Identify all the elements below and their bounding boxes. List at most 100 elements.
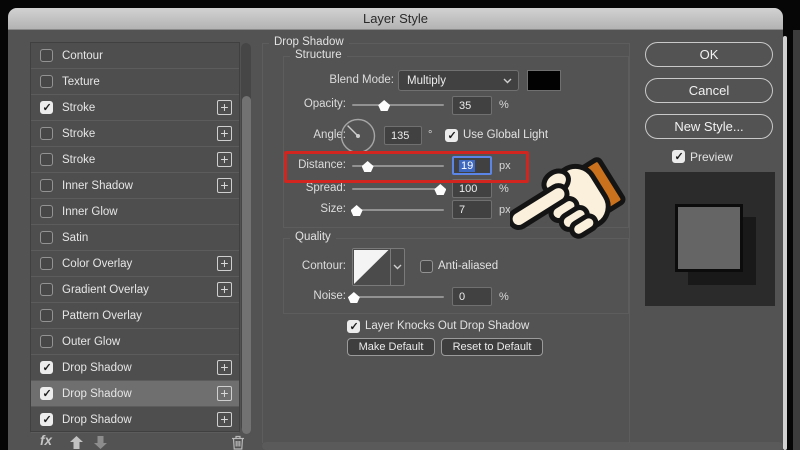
add-instance-icon[interactable]	[217, 178, 232, 193]
size-slider[interactable]	[352, 203, 444, 217]
add-instance-icon[interactable]	[217, 152, 232, 167]
chevron-down-icon	[393, 264, 402, 270]
style-item-label: Texture	[62, 76, 100, 88]
checkbox[interactable]	[40, 205, 53, 218]
checkbox-checked[interactable]	[40, 387, 53, 400]
checkbox[interactable]	[40, 179, 53, 192]
slider-thumb[interactable]	[378, 100, 390, 111]
shadow-color-swatch[interactable]	[527, 70, 561, 91]
style-item-label: Stroke	[62, 128, 95, 140]
contour-picker[interactable]	[352, 248, 405, 286]
blend-mode-select[interactable]: Multiply	[398, 70, 519, 91]
style-item-contour[interactable]: Contour	[31, 43, 239, 69]
style-item-texture[interactable]: Texture	[31, 69, 239, 95]
angle-dial[interactable]	[340, 118, 376, 154]
checkbox-checked[interactable]	[40, 361, 53, 374]
size-field[interactable]: 7	[452, 200, 492, 219]
noise-slider[interactable]	[352, 290, 444, 304]
blend-mode-label: Blend Mode:	[262, 74, 394, 86]
layer-knockout-checkbox[interactable]	[347, 320, 360, 333]
use-global-light-checkbox[interactable]	[445, 129, 458, 142]
new-style-button[interactable]: New Style...	[645, 114, 773, 139]
opacity-unit: %	[499, 99, 509, 111]
opacity-slider[interactable]	[352, 98, 444, 112]
checkbox-checked[interactable]	[40, 413, 53, 426]
preview-thumbnail	[645, 172, 775, 306]
spread-slider[interactable]	[352, 182, 444, 196]
checkbox[interactable]	[40, 309, 53, 322]
window-edge-light	[783, 36, 787, 450]
checkbox-checked[interactable]	[40, 101, 53, 114]
fx-icon[interactable]: fx	[40, 433, 52, 448]
style-item-drop-shadow-1[interactable]: Drop Shadow	[31, 355, 239, 381]
anti-aliased-label: Anti-aliased	[438, 260, 498, 272]
pointing-hand-cursor-icon	[510, 154, 630, 254]
styles-list: Contour Texture Stroke Stroke Stroke Inn…	[30, 42, 240, 432]
style-item-satin[interactable]: Satin	[31, 225, 239, 251]
style-item-stroke-3[interactable]: Stroke	[31, 147, 239, 173]
checkbox[interactable]	[40, 153, 53, 166]
move-down-icon[interactable]	[94, 436, 107, 449]
add-instance-icon[interactable]	[217, 100, 232, 115]
style-item-drop-shadow-3[interactable]: Drop Shadow	[31, 407, 239, 433]
angle-field[interactable]: 135	[384, 126, 422, 145]
style-item-drop-shadow-2-selected[interactable]: Drop Shadow	[31, 381, 239, 407]
checkbox[interactable]	[40, 335, 53, 348]
delete-effect-icon[interactable]	[231, 435, 245, 450]
spread-value: 100	[459, 183, 477, 195]
noise-value: 0	[459, 291, 465, 303]
chevron-down-icon	[503, 78, 512, 84]
style-item-label: Pattern Overlay	[62, 310, 142, 322]
checkbox[interactable]	[40, 49, 53, 62]
structure-legend: Structure	[290, 49, 347, 61]
move-up-icon[interactable]	[70, 436, 83, 449]
add-instance-icon[interactable]	[217, 386, 232, 401]
preview-checkbox[interactable]	[672, 150, 685, 163]
style-item-gradient-overlay[interactable]: Gradient Overlay	[31, 277, 239, 303]
add-instance-icon[interactable]	[217, 126, 232, 141]
opacity-label: Opacity:	[262, 98, 346, 110]
style-item-pattern-overlay[interactable]: Pattern Overlay	[31, 303, 239, 329]
style-item-label: Satin	[62, 232, 88, 244]
cancel-button[interactable]: Cancel	[645, 78, 773, 103]
style-item-label: Color Overlay	[62, 258, 132, 270]
opacity-value: 35	[459, 100, 471, 112]
blend-mode-value: Multiply	[407, 75, 446, 87]
layer-style-dialog: Layer Style Contour Texture Stroke Strok…	[8, 8, 783, 450]
checkbox[interactable]	[40, 283, 53, 296]
cancel-label: Cancel	[689, 83, 729, 98]
add-instance-icon[interactable]	[217, 282, 232, 297]
ok-button[interactable]: OK	[645, 42, 773, 67]
title-bar[interactable]: Layer Style	[8, 8, 783, 30]
noise-field[interactable]: 0	[452, 287, 492, 306]
style-item-color-overlay[interactable]: Color Overlay	[31, 251, 239, 277]
noise-unit: %	[499, 291, 509, 303]
list-scrollbar-thumb[interactable]	[242, 96, 251, 434]
add-instance-icon[interactable]	[217, 256, 232, 271]
opacity-field[interactable]: 35	[452, 96, 492, 115]
make-default-button[interactable]: Make Default	[347, 338, 435, 356]
style-item-label: Inner Shadow	[62, 180, 133, 192]
style-item-outer-glow[interactable]: Outer Glow	[31, 329, 239, 355]
add-instance-icon[interactable]	[217, 360, 232, 375]
anti-aliased-checkbox[interactable]	[420, 260, 433, 273]
style-item-inner-shadow[interactable]: Inner Shadow	[31, 173, 239, 199]
style-item-stroke-2[interactable]: Stroke	[31, 121, 239, 147]
style-item-inner-glow[interactable]: Inner Glow	[31, 199, 239, 225]
preview-square	[675, 204, 743, 272]
spread-label: Spread:	[262, 182, 346, 194]
checkbox[interactable]	[40, 257, 53, 270]
contour-dropdown[interactable]	[390, 249, 404, 285]
checkbox[interactable]	[40, 127, 53, 140]
checkbox[interactable]	[40, 75, 53, 88]
slider-track	[352, 296, 444, 298]
style-item-label: Gradient Overlay	[62, 284, 149, 296]
style-item-label: Outer Glow	[62, 336, 120, 348]
slider-thumb[interactable]	[351, 205, 363, 216]
reset-default-button[interactable]: Reset to Default	[441, 338, 543, 356]
style-item-stroke-1[interactable]: Stroke	[31, 95, 239, 121]
layer-knockout-label: Layer Knocks Out Drop Shadow	[365, 320, 529, 332]
add-instance-icon[interactable]	[217, 412, 232, 427]
checkbox[interactable]	[40, 231, 53, 244]
contour-thumbnail[interactable]	[353, 249, 390, 285]
